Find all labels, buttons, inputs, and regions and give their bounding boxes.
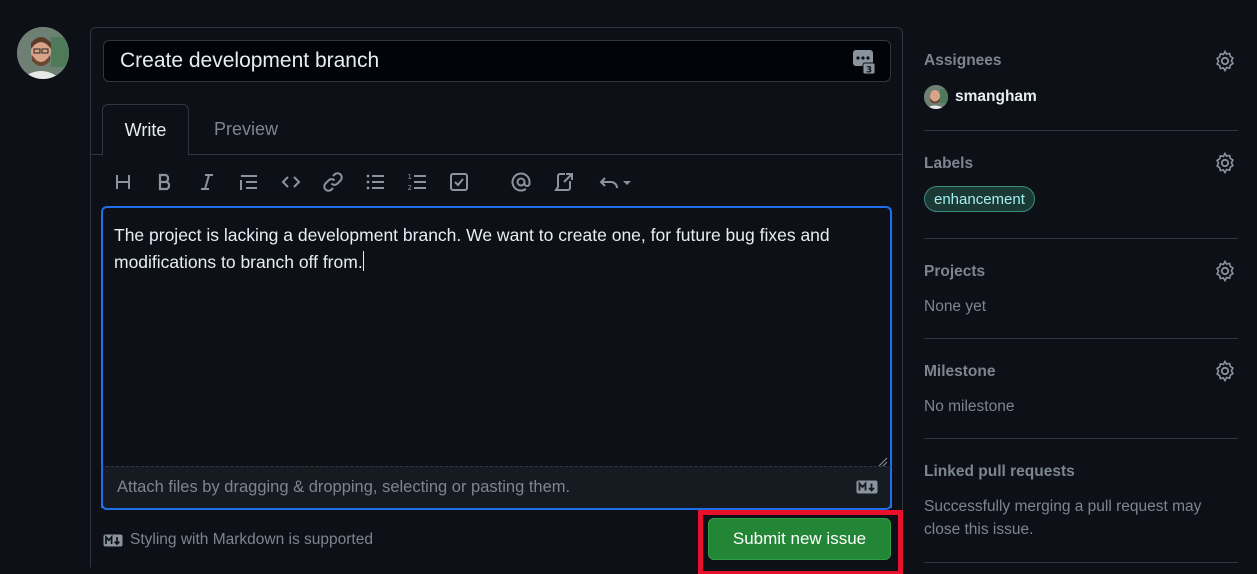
- assignee-item[interactable]: smangham: [924, 85, 1037, 109]
- label-enhancement[interactable]: enhancement: [924, 186, 1035, 212]
- svg-text:2: 2: [408, 184, 412, 192]
- resize-grip-icon[interactable]: [876, 453, 888, 467]
- reference-icon[interactable]: [549, 168, 577, 196]
- sidebar-milestone: Milestone No milestone: [924, 339, 1238, 439]
- editor-area: 12 The project is lacking a development …: [91, 156, 903, 574]
- gear-icon[interactable]: [1214, 151, 1236, 175]
- sidebar-assignees: Assignees smangham: [924, 40, 1238, 131]
- sidebar-labels: Labels enhancement: [924, 131, 1238, 239]
- text-caret: [362, 251, 364, 271]
- tab-write[interactable]: Write: [102, 104, 189, 156]
- markdown-toolbar: 12: [103, 166, 663, 198]
- code-icon[interactable]: [277, 168, 305, 196]
- assignee-name: smangham: [955, 88, 1037, 105]
- task-list-icon[interactable]: [445, 168, 473, 196]
- author-avatar[interactable]: [17, 27, 69, 79]
- issue-body-line-2: modifications to branch off from.: [114, 252, 363, 272]
- link-icon[interactable]: [319, 168, 347, 196]
- bulleted-list-icon[interactable]: [361, 168, 389, 196]
- sidebar-linked-prs: Linked pull requests Successfully mergin…: [924, 439, 1238, 563]
- issue-body-text: The project is lacking a development bra…: [114, 222, 874, 276]
- issue-title-input[interactable]: Create development branch 3: [103, 40, 891, 82]
- quote-icon[interactable]: [235, 168, 263, 196]
- gear-icon[interactable]: [1214, 359, 1236, 383]
- markdown-icon: [103, 534, 123, 547]
- editor-tabs: Write Preview: [91, 104, 902, 156]
- tab-preview[interactable]: Preview: [201, 104, 291, 155]
- projects-heading: Projects: [924, 263, 986, 280]
- issue-body-textarea[interactable]: The project is lacking a development bra…: [101, 206, 892, 508]
- assignees-heading: Assignees: [924, 52, 1002, 69]
- milestone-heading: Milestone: [924, 363, 996, 380]
- issue-title-text: Create development branch: [120, 49, 380, 72]
- svg-text:1: 1: [408, 173, 412, 181]
- attach-hint: Attach files by dragging & dropping, sel…: [117, 478, 571, 496]
- gear-icon[interactable]: [1214, 259, 1236, 283]
- issue-form-panel: Create development branch 3 Write Previe…: [90, 27, 903, 574]
- gear-icon[interactable]: [1214, 49, 1236, 73]
- numbered-list-icon[interactable]: 12: [403, 168, 431, 196]
- linked-prs-heading: Linked pull requests: [924, 463, 1075, 480]
- markdown-icon: [856, 480, 878, 494]
- saved-replies-icon[interactable]: 3: [852, 49, 876, 76]
- linked-prs-line-1: Successfully merging a pull request may: [924, 498, 1202, 515]
- linked-prs-value: Successfully merging a pull request may …: [924, 495, 1201, 541]
- linked-prs-line-2: close this issue.: [924, 521, 1034, 538]
- italic-icon[interactable]: [193, 168, 221, 196]
- projects-value: None yet: [924, 298, 987, 315]
- bold-icon[interactable]: [151, 168, 179, 196]
- attach-files-bar[interactable]: Attach files by dragging & dropping, sel…: [101, 457, 892, 510]
- submit-new-issue-button[interactable]: Submit new issue: [708, 518, 891, 560]
- sidebar-projects: Projects None yet: [924, 239, 1238, 339]
- undo-icon[interactable]: [595, 168, 635, 196]
- markdown-support-note: Styling with Markdown is supported: [103, 531, 373, 549]
- heading-icon[interactable]: [109, 168, 137, 196]
- assignee-avatar: [924, 85, 948, 109]
- markdown-note-text: Styling with Markdown is supported: [130, 531, 373, 548]
- labels-heading: Labels: [924, 155, 974, 172]
- milestone-value: No milestone: [924, 398, 1015, 415]
- issue-body-line-1: The project is lacking a development bra…: [114, 225, 830, 245]
- mention-icon[interactable]: [507, 168, 535, 196]
- svg-text:3: 3: [866, 66, 872, 76]
